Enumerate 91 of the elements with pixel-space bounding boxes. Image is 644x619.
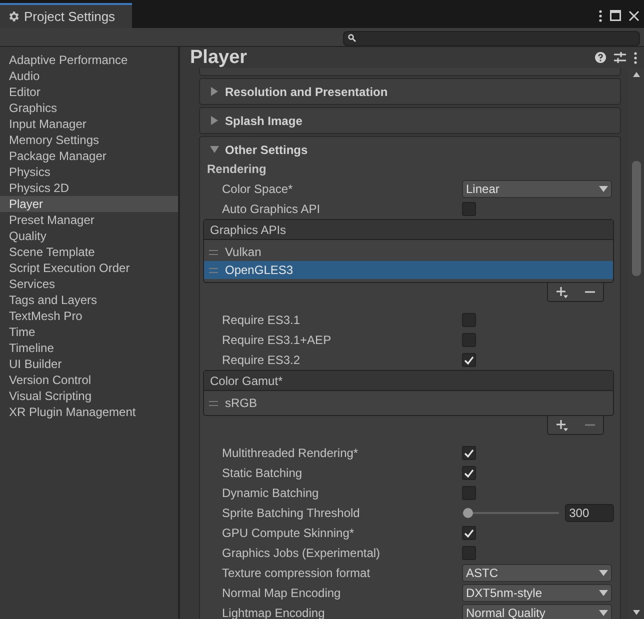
sidebar-item[interactable]: Physics 2D — [0, 180, 178, 196]
sidebar-item[interactable]: UI Builder — [0, 356, 178, 372]
checkbox[interactable] — [462, 353, 476, 367]
setting-label: Static Batching — [222, 465, 304, 482]
dropdown[interactable]: Linear — [462, 180, 612, 198]
sidebar-item[interactable]: Editor — [0, 84, 178, 100]
setting-label: Require ES3.2 — [222, 352, 302, 369]
add-icon[interactable] — [556, 419, 568, 431]
checkmark-icon — [464, 528, 474, 538]
sidebar-item[interactable]: Services — [0, 276, 178, 292]
search-icon — [348, 34, 356, 42]
dropdown[interactable]: DXT5nm-style — [462, 584, 612, 602]
list-item[interactable]: Vulkan — [204, 243, 613, 261]
list-item[interactable]: OpenGLES3 — [204, 261, 613, 279]
checkmark-icon — [464, 468, 474, 478]
collapsed-arrow-icon[interactable] — [210, 87, 219, 96]
collapsed-arrow-icon[interactable] — [210, 116, 219, 125]
scroll-up-icon[interactable] — [632, 72, 640, 77]
sidebar-item[interactable]: Input Manager — [0, 116, 178, 132]
checkbox[interactable] — [462, 333, 476, 347]
dropdown-arrow-icon — [599, 610, 608, 616]
sidebar-item[interactable]: Quality — [0, 228, 178, 244]
foldout-header[interactable]: Other Settings — [200, 137, 620, 162]
setting-label: Normal Map Encoding — [222, 585, 342, 602]
window-tab[interactable]: Project Settings — [0, 3, 132, 28]
group-heading: Rendering — [206, 162, 268, 176]
setting-label: Texture compression format — [222, 565, 372, 582]
more-options-icon[interactable] — [599, 10, 602, 22]
close-icon[interactable] — [629, 10, 639, 20]
sidebar-item[interactable]: Version Control — [0, 372, 178, 388]
checkbox[interactable] — [462, 313, 476, 327]
checkbox[interactable] — [462, 202, 476, 216]
list-header: Color Gamut* — [204, 371, 613, 391]
setting-label: Multithreaded Rendering* — [222, 445, 360, 462]
page-title: Player — [190, 48, 248, 67]
help-icon[interactable] — [595, 52, 606, 63]
foldout-header[interactable]: Splash Image — [200, 108, 620, 133]
sidebar-item[interactable]: Graphics — [0, 100, 178, 116]
sliders-icon[interactable] — [614, 52, 626, 63]
sidebar-item[interactable]: Memory Settings — [0, 132, 178, 148]
sidebar-item[interactable]: Visual Scripting — [0, 388, 178, 404]
setting-label: Sprite Batching Threshold — [222, 505, 361, 522]
expanded-arrow-icon[interactable] — [210, 145, 219, 154]
settings-icon — [7, 10, 20, 23]
number-field[interactable]: 300 — [565, 504, 614, 522]
sidebar-item[interactable]: Physics — [0, 164, 178, 180]
drag-handle-icon[interactable] — [209, 268, 218, 272]
window-title: Project Settings — [24, 8, 116, 26]
checkbox[interactable] — [462, 486, 476, 500]
setting-label: Require ES3.1+AEP — [222, 332, 332, 349]
sidebar-item[interactable]: Time — [0, 324, 178, 340]
sidebar-item[interactable]: TextMesh Pro — [0, 308, 178, 324]
sidebar-item[interactable]: Package Manager — [0, 148, 178, 164]
scroll-down-icon[interactable] — [632, 610, 640, 615]
more-options-icon[interactable] — [634, 52, 637, 64]
sidebar-item[interactable]: Adaptive Performance — [0, 52, 178, 68]
foldout-header[interactable]: Resolution and Presentation — [200, 79, 620, 104]
dropdown[interactable]: ASTC — [462, 564, 612, 582]
slider-track[interactable] — [463, 508, 560, 518]
checkmark-icon — [464, 448, 474, 458]
add-icon[interactable] — [556, 286, 568, 298]
sidebar-item[interactable]: XR Plugin Management — [0, 404, 178, 420]
sidebar-item[interactable]: Timeline — [0, 340, 178, 356]
setting-label: Auto Graphics API — [222, 201, 322, 218]
checkbox[interactable] — [462, 466, 476, 480]
setting-label: Graphics Jobs (Experimental) — [222, 545, 382, 562]
checkbox[interactable] — [462, 526, 476, 540]
dropdown-arrow-icon — [599, 570, 608, 576]
sidebar-item[interactable]: Scene Template — [0, 244, 178, 260]
search-field[interactable] — [343, 30, 640, 46]
list-header: Graphics APIs — [204, 220, 613, 240]
setting-label: GPU Compute Skinning* — [222, 525, 356, 542]
setting-label: Require ES3.1 — [222, 312, 302, 329]
setting-label: Dynamic Batching — [222, 485, 320, 502]
sidebar-item[interactable]: Tags and Layers — [0, 292, 178, 308]
checkmark-icon — [464, 356, 474, 364]
slider-thumb[interactable] — [463, 508, 474, 518]
setting-label: Color Space* — [222, 181, 294, 198]
drag-handle-icon[interactable] — [209, 400, 218, 406]
checkbox[interactable] — [462, 546, 476, 560]
sidebar-item[interactable]: Player — [0, 196, 178, 212]
dropdown-arrow-icon — [599, 590, 608, 596]
drag-handle-icon[interactable] — [209, 250, 218, 254]
checkbox[interactable] — [462, 446, 476, 460]
sidebar-item[interactable]: Preset Manager — [0, 212, 178, 228]
list-item[interactable]: sRGB — [204, 394, 613, 412]
sidebar-item[interactable]: Script Execution Order — [0, 260, 178, 276]
maximize-icon[interactable] — [610, 10, 621, 21]
dropdown-arrow-icon — [599, 186, 608, 192]
scrollbar-thumb[interactable] — [632, 161, 640, 276]
sidebar-item[interactable]: Audio — [0, 68, 178, 84]
